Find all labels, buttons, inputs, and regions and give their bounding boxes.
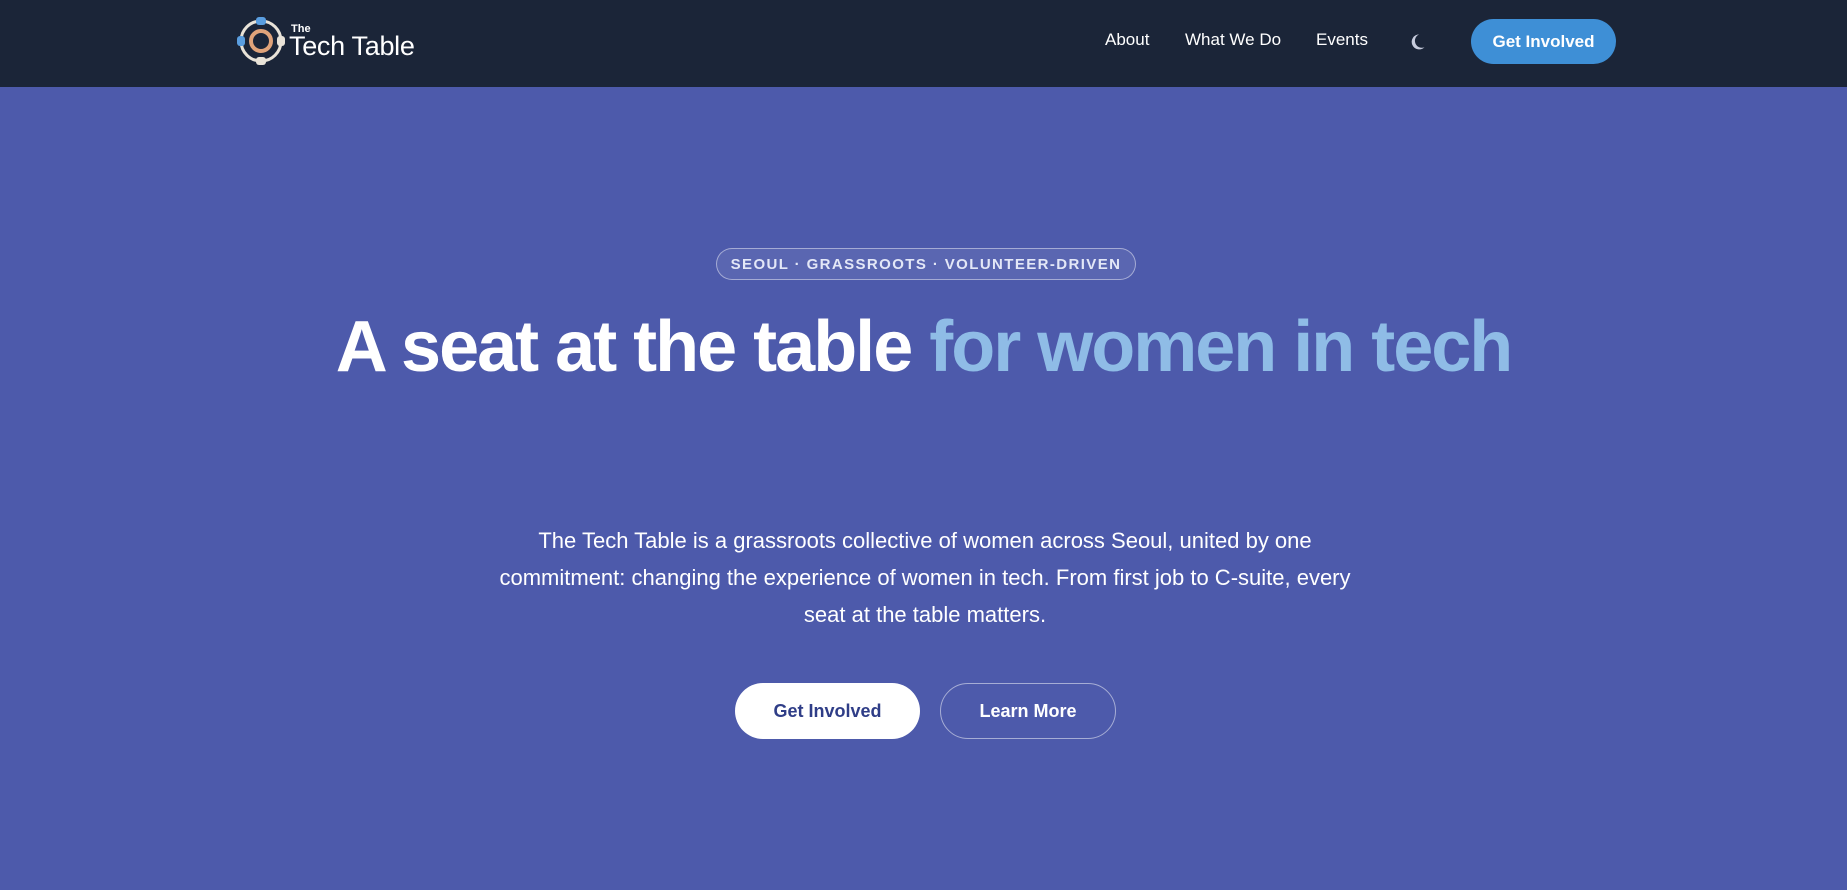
site-header: The Tech Table About What We Do Events G…: [0, 0, 1847, 87]
header-get-involved-button[interactable]: Get Involved: [1471, 19, 1616, 64]
hero-learn-more-button[interactable]: Learn More: [940, 683, 1116, 739]
tech-table-logo-icon: [237, 17, 285, 65]
nav-link-what-we-do[interactable]: What We Do: [1185, 30, 1281, 50]
logo-wordmark: The Tech Table: [289, 17, 429, 65]
headline-plain-text: A seat at the table: [335, 307, 930, 387]
site-logo[interactable]: The Tech Table: [237, 17, 429, 65]
hero-description: The Tech Table is a grassroots collectiv…: [499, 528, 1351, 627]
nav-link-about[interactable]: About: [1105, 30, 1149, 50]
theme-toggle-button[interactable]: [1409, 30, 1433, 54]
hero-get-involved-button[interactable]: Get Involved: [735, 683, 920, 739]
logo-big-text: Tech Table: [289, 31, 415, 61]
nav-link-events[interactable]: Events: [1316, 30, 1368, 50]
location-badge: SEOUL · GRASSROOTS · VOLUNTEER-DRIVEN: [716, 248, 1136, 280]
headline-accent-text: for women in tech: [929, 307, 1513, 387]
moon-icon: [1411, 34, 1425, 50]
hero-headline: A seat at the table for women in tech: [0, 300, 1847, 394]
